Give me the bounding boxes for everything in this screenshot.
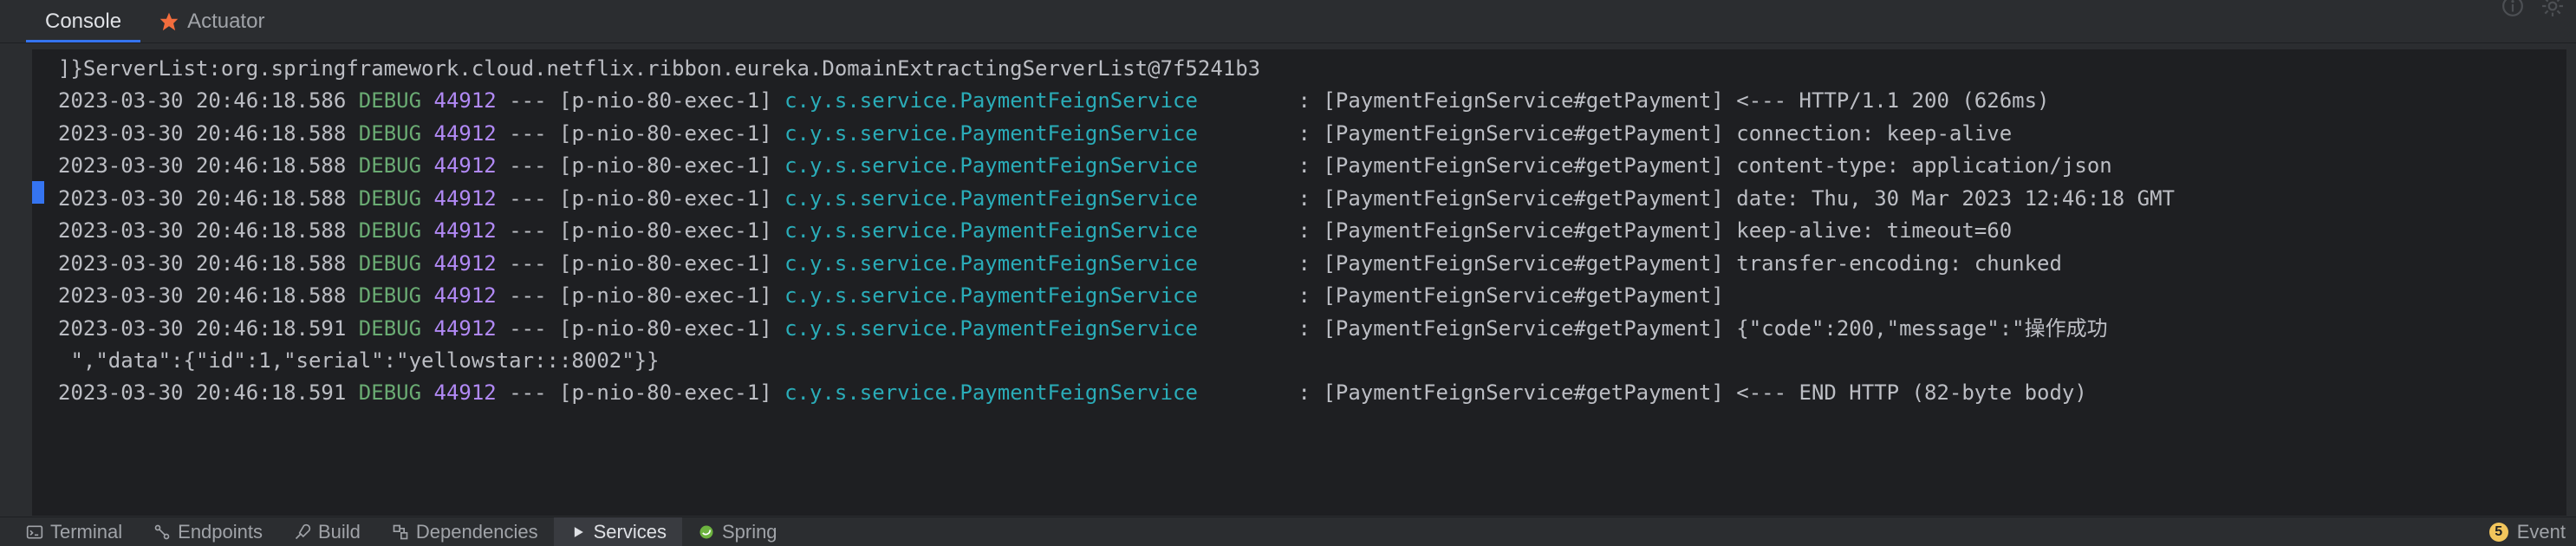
tool-spring-label: Spring xyxy=(722,521,777,543)
tool-endpoints-label: Endpoints xyxy=(178,521,263,543)
tab-console-label: Console xyxy=(45,10,121,34)
actuator-icon xyxy=(159,12,179,31)
log-line: 2023-03-30 20:46:18.588 DEBUG 44912 --- … xyxy=(58,280,2560,312)
tool-endpoints[interactable]: Endpoints xyxy=(138,517,278,546)
log-line: 2023-03-30 20:46:18.588 DEBUG 44912 --- … xyxy=(58,118,2560,150)
tool-build-label: Build xyxy=(318,521,361,543)
log-output[interactable]: ]}ServerList:org.springframework.cloud.n… xyxy=(51,49,2566,516)
build-icon xyxy=(294,523,311,541)
tool-terminal[interactable]: Terminal xyxy=(10,517,138,546)
log-line: 2023-03-30 20:46:18.586 DEBUG 44912 --- … xyxy=(58,85,2560,117)
tool-dependencies-label: Dependencies xyxy=(416,521,538,543)
log-line: ","data":{"id":1,"serial":"yellowstar:::… xyxy=(58,345,2560,377)
log-line: ]}ServerList:org.springframework.cloud.n… xyxy=(58,53,2560,85)
log-line: 2023-03-30 20:46:18.588 DEBUG 44912 --- … xyxy=(58,183,2560,215)
header-icons xyxy=(2501,0,2564,17)
event-label[interactable]: Event xyxy=(2517,521,2566,543)
console-area: ]}ServerList:org.springframework.cloud.n… xyxy=(31,49,2567,517)
bottom-tool-bar: Terminal Endpoints Build Dependencies Se… xyxy=(0,517,2576,546)
gutter-breakpoint-mark[interactable] xyxy=(32,181,44,204)
dependencies-icon xyxy=(392,523,409,541)
endpoints-icon xyxy=(153,523,171,541)
bottom-right-group: 5 Event xyxy=(2489,521,2566,543)
gutter xyxy=(32,49,51,516)
log-line: 2023-03-30 20:46:18.591 DEBUG 44912 --- … xyxy=(58,313,2560,345)
terminal-icon xyxy=(26,523,43,541)
tool-spring[interactable]: Spring xyxy=(682,517,793,546)
log-line: 2023-03-30 20:46:18.588 DEBUG 44912 --- … xyxy=(58,150,2560,182)
event-badge[interactable]: 5 xyxy=(2489,523,2508,542)
top-tabs: Console Actuator xyxy=(0,0,2576,43)
tool-services-label: Services xyxy=(594,521,667,543)
tool-build[interactable]: Build xyxy=(278,517,376,546)
info-icon[interactable] xyxy=(2501,0,2524,17)
services-icon xyxy=(569,523,587,541)
log-line: 2023-03-30 20:46:18.588 DEBUG 44912 --- … xyxy=(58,215,2560,247)
tool-terminal-label: Terminal xyxy=(50,521,122,543)
tab-actuator[interactable]: Actuator xyxy=(140,3,283,42)
log-line: 2023-03-30 20:46:18.591 DEBUG 44912 --- … xyxy=(58,377,2560,409)
tab-console[interactable]: Console xyxy=(26,3,140,42)
tab-actuator-label: Actuator xyxy=(187,10,264,34)
tool-dependencies[interactable]: Dependencies xyxy=(376,517,554,546)
gear-icon[interactable] xyxy=(2541,0,2564,17)
log-line: 2023-03-30 20:46:18.588 DEBUG 44912 --- … xyxy=(58,248,2560,280)
spring-icon xyxy=(698,523,715,541)
tool-services[interactable]: Services xyxy=(554,517,682,546)
